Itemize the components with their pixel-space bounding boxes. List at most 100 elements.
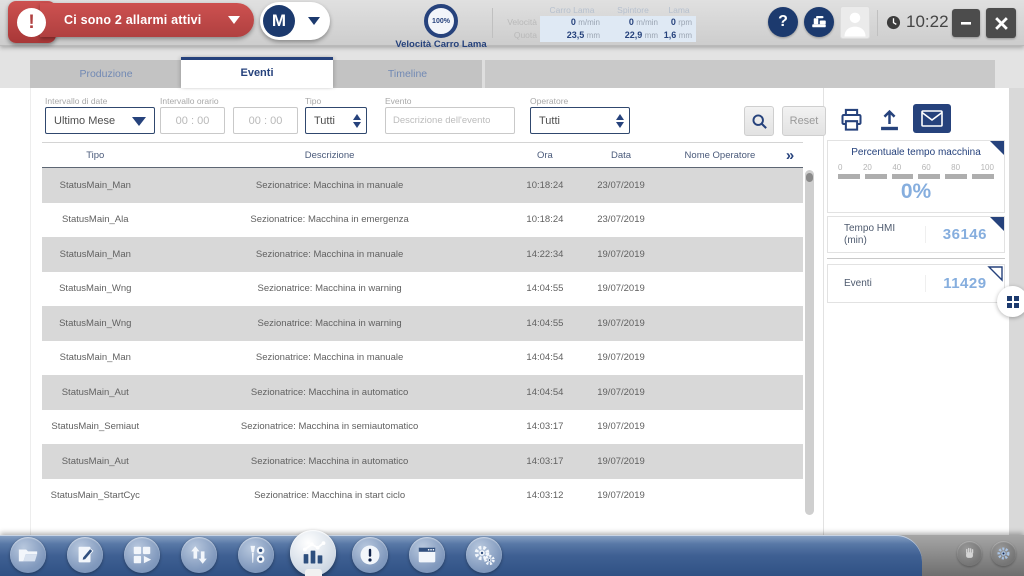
print-button[interactable] (838, 106, 866, 134)
time-from-input[interactable]: 00 : 00 (160, 107, 225, 134)
table-row[interactable]: StatusMain_ManSezionatrice: Macchina in … (42, 168, 803, 203)
tooling-button[interactable] (238, 537, 274, 573)
minimize-icon (959, 16, 973, 30)
tab-produzione[interactable]: Produzione (30, 60, 182, 88)
files-button[interactable] (10, 537, 46, 573)
tab-timeline[interactable]: Timeline (333, 60, 485, 88)
gears-icon (472, 543, 496, 567)
expand-corner-outline-icon[interactable] (987, 266, 1003, 282)
terminal-button[interactable] (409, 537, 445, 573)
clock-icon (886, 15, 901, 35)
alarm-banner[interactable]: Ci sono 2 allarmi attivi (40, 3, 254, 37)
table-row[interactable]: StatusMain_SemiautSezionatrice: Macchina… (42, 410, 803, 445)
top-bar: Ci sono 2 allarmi attivi ! M 100% Veloci… (0, 0, 1024, 46)
speed-gauge: 100% (424, 4, 458, 38)
touch-mode-button[interactable] (957, 541, 982, 566)
header-data[interactable]: Data (579, 150, 663, 161)
row-quota-label: Quota (500, 29, 540, 42)
mail-icon (920, 109, 944, 128)
program-grid-icon (131, 544, 153, 566)
table-row[interactable]: StatusMain_AlaSezionatrice: Macchina in … (42, 203, 803, 238)
alarm-icon: ! (17, 8, 46, 37)
tab-eventi[interactable]: Eventi (181, 57, 333, 88)
table-row[interactable]: StatusMain_WngSezionatrice: Macchina in … (42, 272, 803, 307)
row-velocita-label: Velocità (500, 16, 540, 29)
quota-spintore: 22,9 mm (604, 29, 662, 42)
window-icon (416, 544, 438, 566)
header-nome-operatore[interactable]: Nome Operatore (663, 150, 777, 161)
printer-icon (838, 106, 865, 133)
evento-label: Evento (385, 96, 411, 106)
axes-button[interactable] (181, 537, 217, 573)
upload-icon (876, 106, 903, 133)
table-row[interactable]: StatusMain_ManSezionatrice: Macchina in … (42, 341, 803, 376)
velocita-spintore: 0 m/min (604, 16, 662, 29)
spinner-icon (353, 114, 361, 128)
operatore-value: Tutti (539, 115, 560, 127)
tool-icon (245, 544, 267, 566)
table-header: Tipo Descrizione Ora Data Nome Operatore… (42, 142, 803, 168)
reset-button[interactable]: Reset (782, 106, 826, 136)
time-to-input[interactable]: 00 : 00 (233, 107, 298, 134)
edit-button[interactable] (67, 537, 103, 573)
events-table: Tipo Descrizione Ora Data Nome Operatore… (42, 142, 803, 513)
brand-logo: M (263, 5, 295, 37)
header-tipo[interactable]: Tipo (42, 150, 149, 161)
column-spintore: Spintore (604, 4, 662, 16)
percent-machine-card: Percentuale tempo macchina 020406080100 … (827, 140, 1005, 213)
evento-input[interactable] (385, 107, 515, 134)
system-settings-button[interactable] (991, 541, 1016, 566)
eventi-card: Eventi 11429 (827, 264, 1005, 303)
table-row[interactable]: StatusMain_ManSezionatrice: Macchina in … (42, 237, 803, 272)
table-row[interactable]: StatusMain_StartCycSezionatrice: Macchin… (42, 479, 803, 514)
tipo-select[interactable]: Tutti (305, 107, 367, 134)
date-range-select[interactable]: Ultimo Mese (45, 107, 155, 134)
search-button[interactable] (744, 106, 774, 136)
table-row[interactable]: StatusMain_AutSezionatrice: Macchina in … (42, 375, 803, 410)
side-drawer-handle[interactable] (997, 286, 1024, 317)
arrows-up-down-icon (188, 544, 210, 566)
table-row[interactable]: StatusMain_AutSezionatrice: Macchina in … (42, 444, 803, 479)
active-tab-notch (305, 569, 322, 576)
upload-button[interactable] (876, 106, 904, 134)
chevron-down-icon[interactable] (308, 17, 320, 25)
user-avatar[interactable] (840, 6, 870, 39)
quota-lama: 1,6 mm (662, 29, 696, 42)
operatore-select[interactable]: Tutti (530, 107, 630, 134)
panel-divider (827, 258, 1005, 259)
programs-button[interactable] (124, 537, 160, 573)
header-descrizione[interactable]: Descrizione (149, 150, 511, 161)
column-carro-lama: Carro Lama (540, 4, 604, 16)
table-scrollbar[interactable] (805, 170, 814, 515)
chevron-down-icon (132, 117, 146, 126)
hmi-screen: Ci sono 2 allarmi attivi ! M 100% Veloci… (0, 0, 1024, 576)
velocita-carro-lama: 0 m/min (540, 16, 604, 29)
table-row[interactable]: StatusMain_WngSezionatrice: Macchina in … (42, 306, 803, 341)
settings-button[interactable] (466, 537, 502, 573)
alarms-button[interactable] (352, 537, 388, 573)
panel-divider (823, 88, 824, 535)
scale-numbers: 020406080100 (828, 163, 1004, 172)
tipo-label: Tipo (305, 96, 321, 106)
double-chevron-icon[interactable]: » (777, 147, 803, 164)
scrollbar-thumb[interactable] (806, 173, 813, 182)
expand-corner-icon[interactable] (990, 217, 1004, 231)
header-ora[interactable]: Ora (511, 150, 579, 161)
logo-menu[interactable]: M (260, 2, 330, 40)
card-title: Percentuale tempo macchina (828, 147, 1004, 158)
machine-button[interactable] (804, 7, 834, 37)
percent-value: 0% (828, 180, 1004, 204)
user-icon (841, 7, 869, 38)
folder-icon (17, 544, 39, 566)
hand-icon (962, 546, 977, 561)
chevron-down-icon[interactable] (228, 16, 240, 24)
mail-button[interactable] (913, 104, 951, 133)
minimize-button[interactable] (952, 9, 980, 37)
help-button[interactable]: ? (768, 7, 798, 37)
question-icon: ? (778, 13, 788, 31)
expand-corner-icon[interactable] (990, 141, 1004, 155)
date-range-value: Ultimo Mese (54, 115, 115, 127)
tempo-hmi-card: Tempo HMI (min) 36146 (827, 216, 1005, 253)
close-button[interactable] (986, 8, 1016, 38)
divider (492, 8, 493, 38)
